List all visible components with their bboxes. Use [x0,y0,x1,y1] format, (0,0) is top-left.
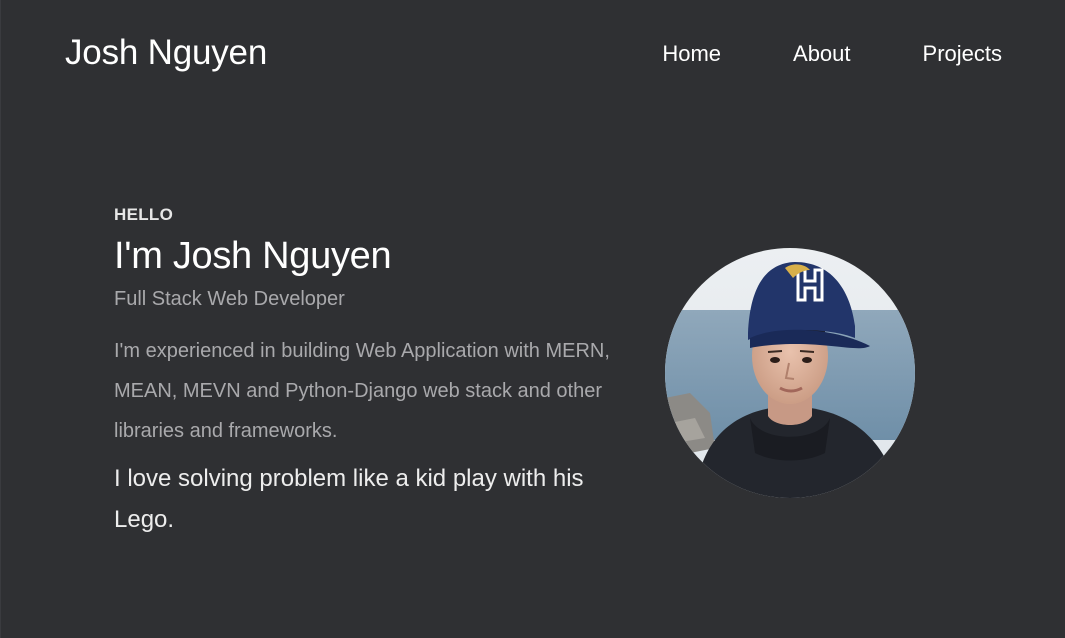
profile-photo [665,248,915,498]
hero-role: Full Stack Web Developer [114,288,345,310]
hero-section: HELLO I'm Josh Nguyen Full Stack Web Dev… [114,203,619,540]
nav-link-about[interactable]: About [793,40,851,68]
site-header: Josh Nguyen Home About Projects [1,0,1065,108]
hero-bio: I'm experienced in building Web Applicat… [114,340,610,442]
hero-tagline: I love solving problem like a kid play w… [114,465,584,533]
hero-headline: I'm Josh Nguyen [114,235,392,277]
profile-photo-icon [665,248,915,498]
nav-link-projects[interactable]: Projects [923,40,1002,68]
portfolio-page: Josh Nguyen Home About Projects HELLO I'… [0,0,1065,638]
hero-greeting: HELLO [114,205,174,224]
brand-logo[interactable]: Josh Nguyen [65,30,267,76]
main-navigation: Home About Projects [662,40,1002,68]
nav-link-home[interactable]: Home [662,40,721,68]
